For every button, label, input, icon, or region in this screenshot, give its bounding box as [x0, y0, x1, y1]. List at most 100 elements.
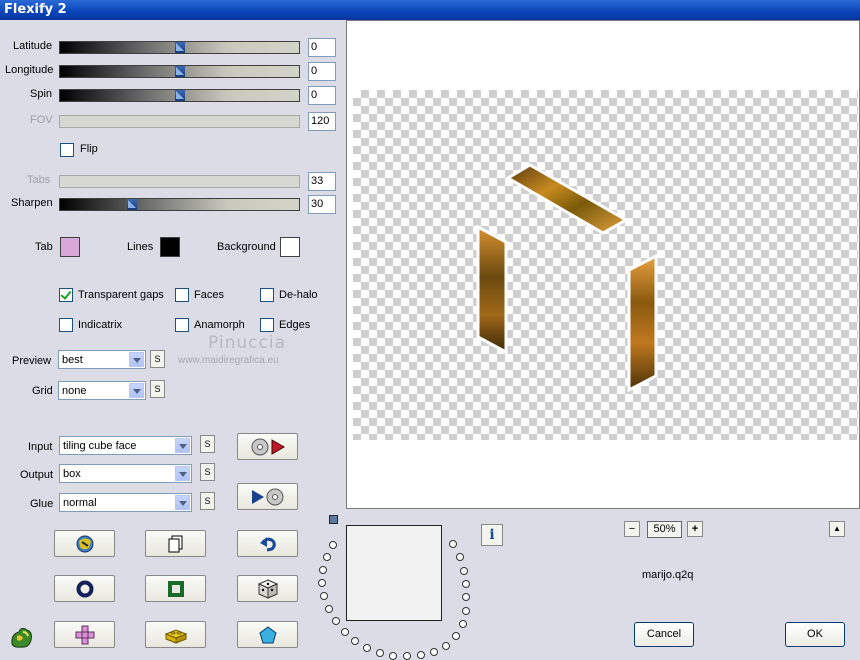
faces-checkbox[interactable] — [175, 288, 189, 302]
navigator-dot[interactable] — [332, 617, 340, 625]
watermark-name: Pinuccia — [208, 333, 286, 353]
navigator-dot[interactable] — [323, 553, 331, 561]
slider-track-tabs[interactable] — [59, 175, 300, 188]
brick-icon — [164, 628, 187, 644]
lines-color-swatch[interactable] — [160, 237, 180, 257]
grid-select[interactable]: none — [58, 381, 146, 400]
slider-label-longitude: Longitude — [5, 64, 54, 76]
indicatrix-checkbox[interactable] — [59, 318, 73, 332]
navigator-dot[interactable] — [319, 566, 327, 574]
slider-track-longitude[interactable] — [59, 65, 300, 78]
navigator-dot[interactable] — [403, 652, 411, 660]
slider-label-tabs: Tabs — [27, 174, 51, 186]
zoom-level: 50% — [647, 521, 682, 538]
square-button[interactable] — [145, 575, 206, 602]
info-button[interactable]: i — [481, 524, 503, 546]
slider-thumb[interactable] — [175, 90, 185, 101]
glue-s-button[interactable]: S — [200, 492, 215, 510]
navigator-dot[interactable] — [462, 580, 470, 588]
slider-value-latitude[interactable]: 0 — [308, 38, 336, 57]
lego-button[interactable] — [145, 621, 206, 648]
cancel-button[interactable]: Cancel — [634, 622, 694, 647]
pentagon-icon — [258, 625, 277, 643]
flexify-logo-icon — [11, 627, 32, 648]
slider-thumb[interactable] — [127, 199, 137, 210]
random-button[interactable] — [237, 575, 298, 602]
output-select[interactable]: box — [59, 464, 192, 483]
play-disc-icon — [251, 488, 283, 505]
transparent-gaps-label: Transparent gaps — [78, 289, 164, 301]
output-s-button[interactable]: S — [200, 463, 215, 481]
navigator-dot[interactable] — [341, 628, 349, 636]
slider-value-sharpen[interactable]: 30 — [308, 195, 336, 214]
edges-checkbox[interactable] — [260, 318, 274, 332]
slider-thumb[interactable] — [175, 66, 185, 77]
slider-thumb[interactable] — [175, 42, 185, 53]
chevron-down-icon — [129, 383, 144, 398]
randomize-button[interactable] — [54, 530, 115, 557]
slider-label-sharpen: Sharpen — [11, 197, 53, 209]
navigator-box[interactable] — [346, 525, 442, 621]
navigator-dot[interactable] — [462, 593, 470, 601]
load-preset-button[interactable] — [237, 433, 298, 460]
slider-track-sharpen[interactable] — [59, 198, 300, 211]
navigator-dot[interactable] — [442, 642, 450, 650]
transparent-gaps-checkbox[interactable] — [59, 288, 73, 302]
slider-value-spin[interactable]: 0 — [308, 86, 336, 105]
chevron-down-icon — [129, 352, 144, 367]
anamorph-checkbox[interactable] — [175, 318, 189, 332]
save-preset-button[interactable] — [237, 483, 298, 510]
slider-value-fov[interactable]: 120 — [308, 112, 336, 131]
navigator-dot[interactable] — [417, 651, 425, 659]
slider-value-tabs[interactable]: 33 — [308, 172, 336, 191]
input-s-button[interactable]: S — [200, 435, 215, 453]
input-select[interactable]: tiling cube face — [59, 436, 192, 455]
slider-label-fov: FOV — [30, 114, 53, 126]
pentagon-button[interactable] — [237, 621, 298, 648]
navigator-dot[interactable] — [452, 632, 460, 640]
flip-checkbox[interactable] — [60, 143, 74, 157]
output-value: box — [63, 468, 81, 480]
navigator-dot[interactable] — [449, 540, 457, 548]
navigator-dot[interactable] — [351, 637, 359, 645]
preview-s-button[interactable]: S — [150, 350, 165, 368]
navigator-handle[interactable] — [329, 515, 338, 524]
faces-label: Faces — [194, 289, 224, 301]
navigator-dot[interactable] — [459, 620, 467, 628]
navigator-dot[interactable] — [389, 652, 397, 660]
slider-value-longitude[interactable]: 0 — [308, 62, 336, 81]
undo-button[interactable] — [237, 530, 298, 557]
navigator-dot[interactable] — [325, 605, 333, 613]
background-color-label: Background — [217, 241, 276, 253]
sphere-button[interactable] — [54, 575, 115, 602]
cross-button[interactable] — [54, 621, 115, 648]
zoom-in-button[interactable]: + — [687, 521, 703, 537]
title-bar: Flexify 2 — [0, 0, 860, 20]
slider-track-spin[interactable] — [59, 89, 300, 102]
undo-icon — [259, 536, 276, 551]
glue-value: normal — [63, 497, 97, 509]
navigator-dot[interactable] — [430, 648, 438, 656]
slider-track-latitude[interactable] — [59, 41, 300, 54]
grid-value: none — [62, 385, 87, 397]
tab-color-swatch[interactable] — [60, 237, 80, 257]
background-color-swatch[interactable] — [280, 237, 300, 257]
preview-select[interactable]: best — [58, 350, 146, 369]
navigator-dot[interactable] — [318, 579, 326, 587]
navigator-dot[interactable] — [460, 567, 468, 575]
glue-select[interactable]: normal — [59, 493, 192, 512]
lines-color-label: Lines — [127, 241, 154, 253]
navigator-dot[interactable] — [363, 644, 371, 652]
ok-button[interactable]: OK — [785, 622, 845, 647]
navigator-dot[interactable] — [462, 607, 470, 615]
slider-track-fov[interactable] — [59, 115, 300, 128]
navigator-dot[interactable] — [329, 541, 337, 549]
de-halo-checkbox[interactable] — [260, 288, 274, 302]
navigator-dot[interactable] — [376, 649, 384, 657]
navigator-dot[interactable] — [456, 553, 464, 561]
copy-button[interactable] — [145, 530, 206, 557]
collapse-preview-button[interactable]: ▲ — [829, 521, 845, 537]
grid-s-button[interactable]: S — [150, 380, 165, 398]
navigator-dot[interactable] — [320, 592, 328, 600]
zoom-out-button[interactable]: − — [624, 521, 640, 537]
